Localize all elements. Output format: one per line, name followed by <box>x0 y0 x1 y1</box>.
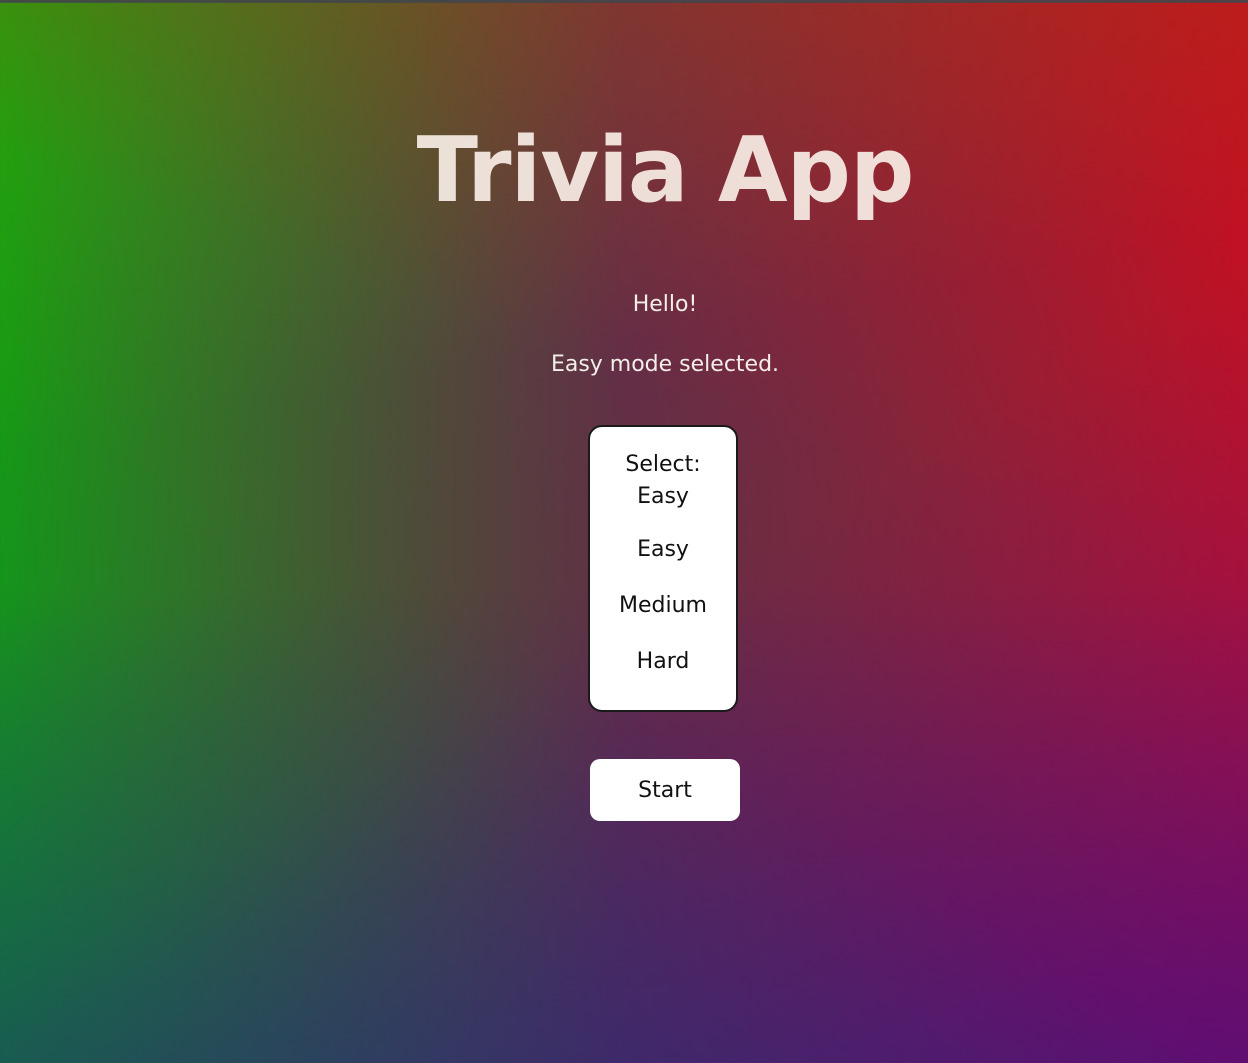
app-background: { "app": { "title": "Trivia App", "greet… <box>0 0 1248 1063</box>
difficulty-select-header: Select: Easy <box>590 449 736 513</box>
difficulty-option-easy[interactable]: Easy <box>590 532 736 568</box>
greeting-text: Hello! <box>632 292 698 317</box>
select-label: Select: <box>625 452 701 477</box>
selected-value: Easy <box>637 484 689 509</box>
mode-status-text: Easy mode selected. <box>550 352 780 377</box>
start-button[interactable]: Start <box>590 759 740 821</box>
difficulty-select[interactable]: Select: Easy Easy Medium Hard <box>588 425 738 712</box>
difficulty-option-hard[interactable]: Hard <box>590 644 736 680</box>
difficulty-option-medium[interactable]: Medium <box>590 588 736 624</box>
page-title: Trivia App <box>416 118 915 223</box>
